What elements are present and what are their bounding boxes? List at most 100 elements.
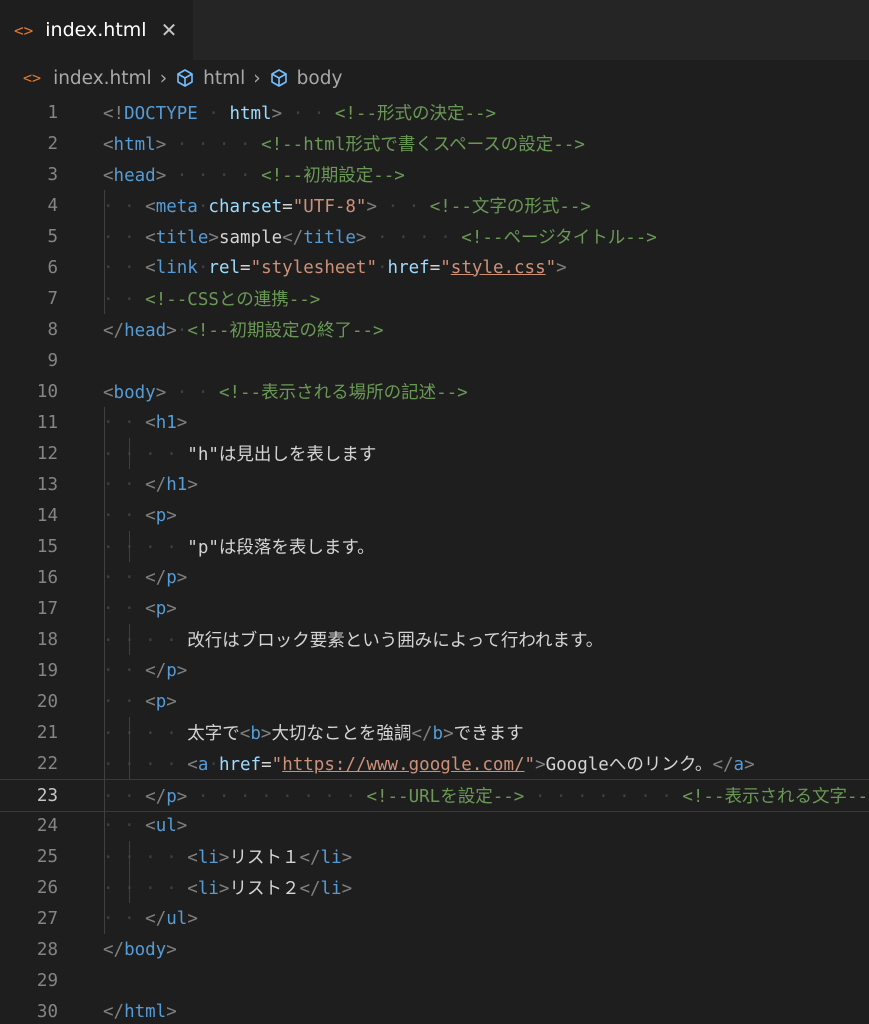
whitespace-marker: · · · · [103, 445, 188, 465]
code-line[interactable]: 22 · · · · <a·href="https://www.google.co… [0, 748, 869, 779]
code-token: > [166, 939, 177, 960]
code-token: head [124, 321, 167, 341]
code-line[interactable]: 4 · · <meta·charset="UTF-8"> · · <!--文字の形… [0, 190, 869, 221]
code-line[interactable]: 25 · · · · <li>リスト１</li> [0, 841, 869, 872]
code-token: </ [103, 321, 125, 341]
code-text: · · · · 太字で<b>大切なことを強調</b>できます [103, 720, 524, 745]
code-token: < [187, 755, 198, 775]
code-line[interactable]: 29 [0, 965, 869, 996]
code-line[interactable]: 11 · · <h1> [0, 407, 869, 438]
code-token: </ [145, 787, 167, 807]
whitespace-marker: · · [103, 412, 146, 433]
code-line[interactable]: 23 · · </p> · · · · · · · · <!--URLを設定-->… [0, 779, 869, 812]
code-line[interactable]: 30 </html> [0, 996, 869, 1024]
whitespace-marker: · · [103, 908, 146, 929]
whitespace-marker: · · · · · · · [524, 787, 683, 807]
code-token: < [145, 691, 156, 712]
code-token: > [166, 598, 177, 619]
code-token: > [155, 166, 167, 186]
code-text: · · <h1> [103, 413, 187, 433]
code-token: = [261, 755, 272, 775]
whitespace-marker: · · · · [103, 538, 188, 558]
code-line[interactable]: 10 <body> · · <!--表示される場所の記述--> [0, 376, 869, 407]
code-line[interactable]: 7 · · <!--CSSとの連携--> [0, 283, 869, 314]
whitespace-marker: · · · · [366, 228, 462, 248]
code-token: h1 [166, 474, 188, 495]
code-line[interactable]: 21 · · · · 太字で<b>大切なことを強調</b>できます [0, 717, 869, 748]
code-line[interactable]: 14 · · <p> [0, 500, 869, 531]
line-number: 11 [36, 412, 58, 433]
line-number: 26 [36, 877, 58, 898]
breadcrumb-item-body[interactable]: body [297, 68, 343, 89]
code-token: < [103, 383, 114, 403]
code-token: p [166, 567, 177, 588]
line-number: 6 [47, 257, 58, 278]
code-line[interactable]: 3 <head> · · · · <!--初期設定--> [0, 159, 869, 190]
close-icon[interactable]: ✕ [161, 18, 178, 42]
code-token: < [145, 257, 156, 278]
code-line[interactable]: 12 · · · · "h"は見出しを表します [0, 438, 869, 469]
code-text: · · <p> [103, 599, 177, 619]
code-line[interactable]: 27 · · </ul> [0, 903, 869, 934]
code-line[interactable]: 6 · · <link·rel="stylesheet"·href="style.… [0, 252, 869, 283]
line-number: 29 [36, 970, 58, 991]
whitespace-marker: · · [103, 228, 146, 248]
code-editor[interactable]: 1 <!DOCTYPE · html> · · <!--形式の決定--> 2 <htm… [0, 96, 869, 1024]
code-token: html [113, 135, 156, 155]
line-number: 13 [36, 474, 58, 495]
code-token: > [176, 660, 188, 681]
code-text: </body> [103, 940, 177, 960]
breadcrumb-item-html[interactable]: html [203, 68, 245, 89]
code-token: > [155, 383, 167, 403]
code-token: > [187, 908, 198, 929]
breadcrumb-separator: › [159, 67, 168, 89]
code-line[interactable]: 2 <html> · · · · <!--html形式で書くスペースの設定--> [0, 128, 869, 159]
line-number: 8 [47, 319, 58, 340]
code-line[interactable]: 9 [0, 345, 869, 376]
code-line[interactable]: 17 · · <p> [0, 593, 869, 624]
code-token: リスト１ [229, 848, 300, 868]
code-token: html [124, 1001, 167, 1022]
indent-guide [129, 717, 130, 779]
code-token: body [124, 939, 167, 960]
code-text: <head> · · · · <!--初期設定--> [103, 162, 405, 187]
code-line[interactable]: 18 · · · · 改行はブロック要素という囲みによって行われます。 [0, 624, 869, 655]
code-line[interactable]: 16 · · </p> [0, 562, 869, 593]
tab-index-html[interactable]: <> index.html ✕ [0, 0, 193, 60]
code-line[interactable]: 13 · · </h1> [0, 469, 869, 500]
tab-bar: <> index.html ✕ [0, 0, 869, 60]
code-token: = [429, 257, 441, 278]
code-token: > [535, 755, 546, 775]
code-token: sample [218, 228, 283, 248]
code-token: 大切なことを強調 [271, 724, 412, 744]
code-line[interactable]: 28 </body> [0, 934, 869, 965]
code-token: charset [208, 197, 283, 217]
code-token: </ [103, 939, 125, 960]
code-line[interactable]: 8 </head>·<!--初期設定の終了--> [0, 314, 869, 345]
line-number: 17 [36, 598, 58, 619]
code-token: <!--初期設定の終了--> [187, 321, 384, 341]
code-token: > [443, 724, 454, 744]
code-token: p [166, 660, 177, 681]
code-token: rel [208, 257, 241, 278]
code-token: 改行はブロック要素という囲みによって行われます。 [187, 631, 604, 651]
code-line[interactable]: 1 <!DOCTYPE · html> · · <!--形式の決定--> [0, 97, 869, 128]
line-number: 15 [36, 536, 58, 557]
code-line[interactable]: 20 · · <p> [0, 686, 869, 717]
line-number: 1 [47, 102, 58, 123]
code-line[interactable]: 5 · · <title>sample</title> · · · · <!--ペ… [0, 221, 869, 252]
code-line[interactable]: 24 · · <ul> [0, 810, 869, 841]
code-token: ul [166, 908, 188, 929]
code-token: <!--形式の決定--> [334, 104, 497, 124]
code-line[interactable]: 15 · · · · "p"は段落を表します。 [0, 531, 869, 562]
indent-guide [104, 190, 105, 314]
code-text: · · </p> · · · · · · · · <!--URLを設定--> ·… [103, 783, 869, 808]
line-number: 10 [36, 381, 58, 402]
breadcrumb-item-file[interactable]: index.html [53, 68, 152, 89]
cube-icon [270, 69, 287, 87]
code-line[interactable]: 19 · · </p> [0, 655, 869, 686]
code-token: < [187, 848, 198, 868]
code-token: </ [145, 908, 167, 929]
code-line[interactable]: 26 · · · · <li>リスト２</li> [0, 872, 869, 903]
line-number: 20 [36, 691, 58, 712]
